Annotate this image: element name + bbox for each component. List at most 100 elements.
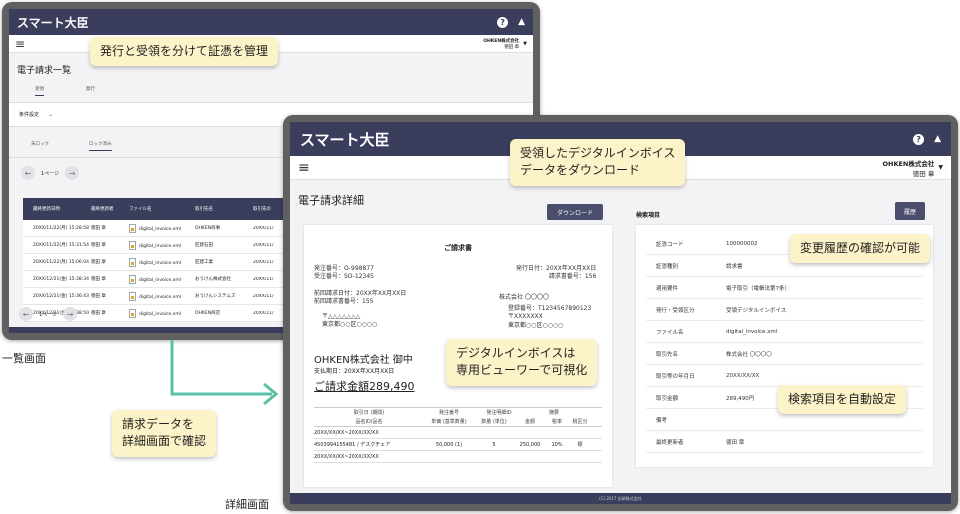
search-field-value: 受領デジタルインボイス — [726, 307, 787, 314]
cell-text: OHKEN商事 — [195, 226, 221, 231]
customer-name: OHKEN株式会社 御中 — [314, 355, 413, 366]
xml-file-icon — [129, 291, 136, 301]
pager-label: 1ページ — [41, 170, 60, 177]
transition-arrow — [170, 340, 279, 406]
tab-issued[interactable]: 発行 — [86, 86, 95, 96]
list-caption: 一覧画面 — [2, 352, 46, 365]
row-updated: 20XX/12/21(金) 15:36:43 — [23, 293, 91, 299]
cell-text: 20XX/12/21(金) 15:36:43 — [33, 294, 90, 299]
search-field-row: 最終更新者 徳田 章 — [646, 431, 923, 453]
col-partner: 取引先名 — [195, 207, 213, 212]
pager-bottom: ← 1ページ → — [9, 307, 87, 321]
pager-label: 1ページ — [39, 311, 58, 318]
head-amount: 金額 — [524, 419, 535, 425]
user-company: OHKEN株式会社 — [483, 38, 520, 44]
cell-text: 徳田 章 — [91, 243, 106, 248]
col-date: 取引先の — [253, 207, 271, 212]
app-title: スマート大臣 — [300, 130, 390, 149]
search-field-row: 取引先名 株式会社 〇〇〇〇 — [646, 343, 923, 365]
search-field-label: 備考 — [656, 417, 668, 424]
head-period: 取引日 (期間) — [353, 410, 385, 416]
cell-text: 徳田 章 — [91, 277, 106, 282]
row-date: 20XX/11/ — [253, 226, 283, 231]
detail-caption: 詳細画面 — [225, 498, 269, 511]
user-menu[interactable]: OHKEN株式会社 徳田 章 ▼ — [882, 158, 943, 178]
tab-received[interactable]: 受領 — [35, 86, 44, 96]
cell-text: 徳田 章 — [91, 226, 106, 231]
table-head-1: 取引日 (期間) 発注番号 発注明細ID 摘要 — [314, 407, 602, 417]
cell-text: おうけんシステムズ — [195, 294, 236, 299]
xml-file-icon — [129, 223, 136, 233]
tab-locked[interactable]: ロック済み — [89, 141, 112, 151]
row-partner: おうけん株式会社 — [195, 276, 253, 282]
search-field-row: 適用要件 電子取引（電帳法第7条） — [646, 277, 923, 299]
user-menu[interactable]: OHKEN株式会社 徳田 章 ▼ — [483, 38, 527, 50]
cell-text: 20XX/12/21(金) 15:38:34 — [33, 277, 90, 282]
bell-icon[interactable]: ▲ — [934, 134, 941, 144]
chevron-down-icon: ▼ — [523, 40, 527, 47]
row-file: digital_invoice.xml — [129, 223, 195, 233]
cell-text: おうけん株式会社 — [195, 277, 231, 282]
seller-address: 東京都○○区○○○○ — [508, 321, 564, 329]
search-field-label: 取引先名 — [656, 351, 679, 358]
download-button[interactable]: ダウンロード — [547, 204, 603, 220]
row-updater: 徳田 章 — [91, 310, 129, 316]
row-updater: 徳田 章 — [91, 293, 129, 299]
callout-text-2: 詳細画面で確認 — [122, 434, 207, 449]
address: 東京都○○区○○○○ — [322, 321, 378, 329]
callout-history: 変更履歴の確認が可能 — [790, 234, 931, 264]
head-tax-rate: 税率 — [551, 419, 562, 425]
head-unit-price: 単価 (基準数量) — [431, 419, 467, 425]
cell-text: 20XX/11/22(月) 15:06:04 — [33, 260, 90, 265]
user-name: 徳田 章 — [912, 169, 935, 178]
history-button[interactable]: 履歴 — [895, 202, 925, 220]
callout-issue-receive: 発行と受領を分けて証憑を管理 — [90, 37, 279, 67]
prev-page-button[interactable]: ← — [21, 166, 35, 180]
cell-text: 20XX/11/ — [253, 293, 274, 299]
user-company: OHKEN株式会社 — [882, 159, 935, 168]
total-amount: ご請求金額289,490 — [314, 380, 415, 393]
row-updater: 徳田 章 — [91, 225, 129, 231]
callout-text-2: データをダウンロード — [520, 163, 641, 178]
detail-footer: (C) 2017 応研株式会社 — [290, 493, 951, 504]
received-order-number: 受注番号：SO-12345 — [314, 273, 374, 281]
cell-text: digital_invoice.xml — [139, 260, 181, 266]
help-icon[interactable]: ? — [913, 133, 925, 145]
table-cell: 5 — [492, 441, 496, 448]
menu-icon[interactable]: ≡ — [15, 38, 25, 50]
cell-text: digital_invoice.xml — [139, 277, 181, 283]
row-file: digital_invoice.xml — [129, 240, 195, 250]
next-page-button[interactable]: → — [65, 166, 80, 180]
table-cell: 10% — [551, 441, 563, 448]
cell-text: 20XX/11/ — [253, 225, 274, 231]
table-cell: 20XX/XX/XX~20XX/XX/XX — [314, 453, 379, 460]
chevron-down-icon: ▼ — [938, 164, 943, 171]
bell-icon[interactable]: ▲ — [518, 17, 525, 27]
next-page-button[interactable]: → — [63, 307, 78, 321]
row-date: 20XX/11/ — [253, 294, 283, 299]
callout-text-1: 請求データを — [122, 417, 195, 431]
menu-icon[interactable]: ≡ — [298, 161, 310, 175]
search-field-row: 発行・受領区分 受領デジタルインボイス — [646, 299, 923, 321]
filter-label: 条件設定 — [19, 112, 40, 118]
head-item: 品名ID/品名 — [355, 419, 383, 425]
head-remarks: 摘要 — [548, 410, 559, 416]
head-order-number: 発注番号 — [438, 410, 459, 416]
table-row: 4503994155481 / デスクチェア 50,000 (1) 5 250,000… — [314, 439, 602, 451]
search-field-value: 20XX/XX/XX — [726, 372, 760, 379]
invoice-number: 請求書番号：156 — [548, 273, 597, 281]
head-quantity: 数量 (単位) — [481, 419, 507, 425]
app-title: スマート大臣 — [17, 15, 89, 30]
search-field-label: 取引等の年月日 — [656, 373, 695, 380]
help-icon[interactable]: ? — [497, 16, 509, 28]
tab-unlocked[interactable]: 未ロック — [31, 141, 49, 151]
row-updated: 20XX/11/22(月) 15:06:04 — [23, 259, 91, 265]
seller-registration: 登録番号：T1234567890123 〒XXXXXXX 東京都○○区○○○○ — [508, 305, 591, 330]
callout-text: 検索項目を自動設定 — [788, 392, 897, 406]
row-partner: OHKEN商店 — [195, 310, 253, 316]
callout-download: 受領したデジタルインボイス データをダウンロード — [510, 139, 686, 186]
col-updater: 最終更新者 — [91, 207, 114, 212]
row-file: digital_invoice.xml — [129, 308, 195, 318]
search-field-value: 株式会社 〇〇〇〇 — [726, 351, 772, 358]
prev-page-button[interactable]: ← — [19, 307, 33, 321]
